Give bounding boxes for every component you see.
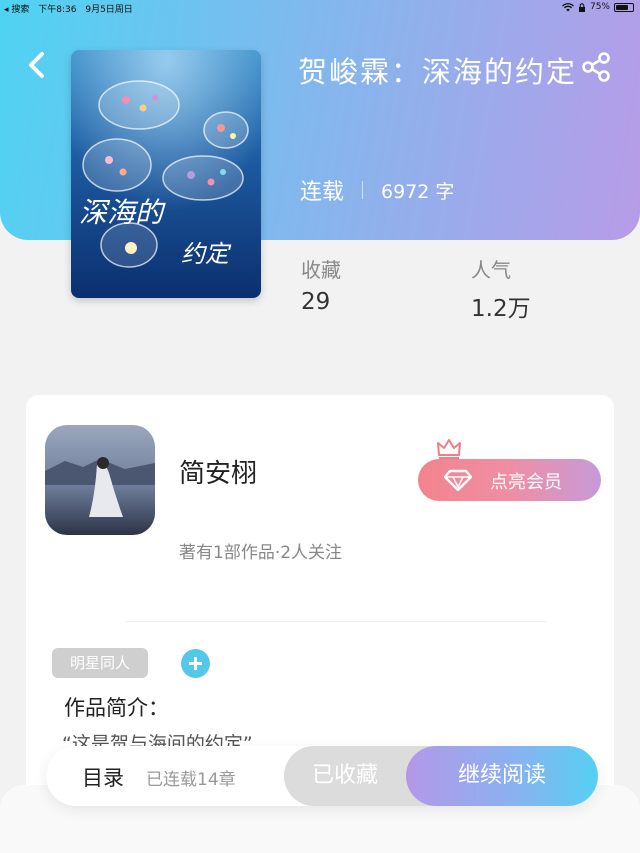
book-title: 贺峻霖：深海的约定 [298,55,578,89]
avatar-image [45,425,155,535]
author-meta: 著有1部作品·2人关注 [179,543,343,563]
status-bar: ◂ 搜索 下午8:36 9月5日周日 75% [0,0,640,16]
bottom-action-bar: 目录 已连载14章 已收藏 继续阅读 [46,746,598,806]
share-icon [582,52,610,82]
lock-rotation-icon [578,2,585,12]
crown-icon [437,439,461,459]
back-chevron-icon [29,52,44,78]
popularity-value: 1.2万 [471,296,531,322]
favorites-stat: 收藏 29 [301,254,341,315]
favorites-value: 29 [301,289,331,315]
author-avatar[interactable] [45,425,155,535]
add-tag-button[interactable] [181,649,210,678]
divider [126,621,546,622]
cover-title-line-1: 深海的 [79,196,166,229]
author-name[interactable]: 简安栩 [179,453,257,490]
status-date: 9月5日周日 [85,5,133,15]
cover-artwork: 深海的 约定 [71,50,261,298]
vip-button-label: 点亮会员 [490,472,562,493]
popularity-stat: 人气 1.2万 [471,254,531,323]
genre-tag[interactable]: 明星同人 [52,648,148,678]
back-button[interactable] [22,48,52,82]
back-to-app-link[interactable]: ◂ 搜索 [4,5,29,15]
chapter-count: 已连载14章 [146,770,236,790]
battery-percentage: 75% [589,2,610,12]
vip-membership-button[interactable]: 点亮会员 [418,439,601,501]
book-status-row: 连载 6972 字 [300,174,454,206]
status-time: 下午8:36 [38,5,77,15]
continue-reading-button[interactable]: 继续阅读 [406,746,598,806]
separator [362,181,364,199]
share-button[interactable] [580,50,614,84]
synopsis-heading: 作品简介： [64,696,169,720]
battery-icon [614,2,634,12]
wifi-icon [562,2,574,11]
cover-title-line-2: 约定 [181,240,232,268]
favorites-label: 收藏 [301,258,341,282]
table-of-contents-button[interactable]: 目录 [82,762,124,792]
diamond-icon [444,469,472,492]
word-count: 6972 字 [381,180,455,203]
book-cover[interactable]: 深海的 约定 [71,50,261,298]
popularity-label: 人气 [471,258,511,282]
serial-status: 连载 [300,180,345,205]
